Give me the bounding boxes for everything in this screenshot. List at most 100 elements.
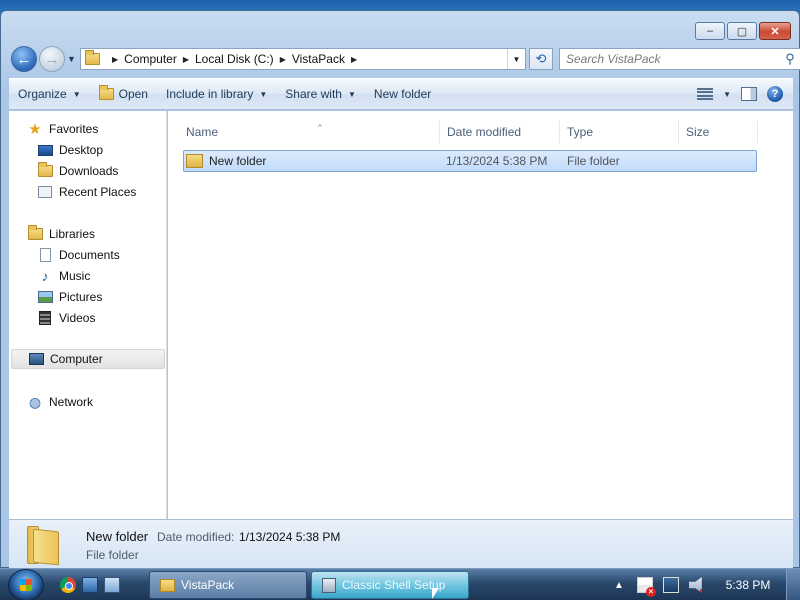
breadcrumb-local-disk[interactable]: Local Disk (C:) (195, 52, 274, 66)
breadcrumb-separator[interactable]: ▶ (183, 55, 189, 64)
open-folder-icon (98, 85, 114, 100)
column-header-name[interactable]: Name ^ (178, 121, 440, 143)
network-status-icon[interactable] (663, 577, 679, 593)
desktop-icon (37, 142, 53, 158)
nav-desktop[interactable]: Desktop (37, 140, 103, 160)
maximize-button[interactable]: ▢ (727, 22, 757, 40)
back-button[interactable]: ← (11, 46, 37, 72)
column-header-size[interactable]: Size (678, 121, 758, 143)
nav-label: Recent Places (59, 185, 137, 199)
column-header-type[interactable]: Type (559, 121, 679, 143)
chevron-down-icon: ▼ (259, 89, 268, 99)
open-button[interactable]: Open (90, 79, 157, 109)
nav-label: Videos (59, 311, 96, 325)
nav-label: Libraries (49, 227, 96, 241)
action-center-flag-icon[interactable] (637, 577, 656, 597)
share-with-button[interactable]: Share with ▼ (276, 79, 365, 109)
nav-label: Pictures (59, 290, 103, 304)
forward-arrow-icon: → (44, 50, 60, 68)
nav-downloads[interactable]: Downloads (37, 161, 118, 181)
switch-windows-icon[interactable] (104, 577, 120, 593)
system-clock[interactable]: 5:38 PM (710, 578, 786, 592)
downloads-icon (37, 162, 53, 179)
file-list[interactable]: Name ^ Date modified Type Size New folde… (168, 111, 793, 519)
nav-music[interactable]: ♪ Music (37, 266, 91, 286)
documents-icon (37, 247, 53, 263)
new-folder-label: New folder (373, 87, 432, 101)
nav-pictures[interactable]: Pictures (37, 287, 102, 307)
taskbar-button-label: VistaPack (181, 578, 235, 592)
back-arrow-icon: ← (16, 50, 32, 68)
date-modified-cell: 1/13/2024 5:38 PM (446, 154, 548, 168)
share-with-label: Share with (285, 87, 342, 101)
details-date-modified-label: Date modified: (157, 530, 235, 544)
minimize-button[interactable]: – (695, 22, 725, 40)
volume-muted-icon[interactable] (689, 577, 702, 593)
nav-favorites[interactable]: ★ Favorites (27, 119, 98, 139)
change-view-icon[interactable] (697, 88, 714, 100)
chevron-down-icon[interactable]: ▼ (723, 90, 731, 99)
refresh-icon: ⟲ (535, 51, 547, 66)
show-hidden-icons-button[interactable]: ▲ (611, 577, 627, 593)
address-dropdown-button[interactable]: ▼ (507, 49, 525, 69)
nav-label: Music (59, 269, 91, 283)
search-input[interactable] (560, 50, 780, 68)
breadcrumb-computer[interactable]: Computer (124, 52, 177, 66)
column-header-label: Name (186, 125, 219, 139)
forward-button[interactable]: → (39, 46, 65, 72)
details-item-name: New folder (86, 529, 149, 544)
address-bar[interactable]: ▶ Computer ▶ Local Disk (C:) ▶ VistaPack… (80, 48, 526, 70)
nav-label: Documents (59, 248, 120, 262)
show-desktop-button[interactable] (786, 569, 800, 600)
folder-icon (85, 50, 100, 65)
refresh-button[interactable]: ⟲ (529, 48, 553, 70)
organize-button[interactable]: Organize ▼ (9, 79, 90, 109)
nav-label: Favorites (49, 122, 99, 136)
include-in-library-label: Include in library (165, 87, 254, 101)
start-button[interactable] (8, 569, 44, 600)
notification-area: ▲ 5:38 PM (606, 569, 800, 600)
file-row-selected[interactable]: New folder 1/13/2024 5:38 PM File folder (183, 150, 757, 172)
close-button[interactable]: ✕ (759, 22, 791, 40)
nav-computer[interactable]: Computer (11, 349, 165, 369)
breadcrumb-separator[interactable]: ▶ (280, 55, 286, 64)
show-desktop-quick-icon[interactable] (82, 577, 98, 593)
details-item-type: File folder (86, 548, 139, 562)
pictures-icon (37, 289, 53, 305)
search-box[interactable]: ⚲ (559, 48, 800, 70)
nav-libraries[interactable]: Libraries (27, 224, 95, 244)
column-header-date-modified[interactable]: Date modified (439, 121, 560, 143)
chrome-icon[interactable] (60, 577, 76, 593)
help-icon[interactable]: ? (767, 86, 783, 102)
recent-pages-dropdown[interactable]: ▼ (67, 54, 76, 64)
details-date-modified-value: 1/13/2024 5:38 PM (239, 530, 341, 544)
taskbar-button-vistapack[interactable]: VistaPack (149, 571, 307, 599)
command-bar: Organize ▼ Open Include in library ▼ Sha… (9, 78, 793, 110)
preview-pane-icon[interactable] (741, 87, 757, 101)
navigation-pane: ★ Favorites Desktop Downloads Recent Pla… (9, 111, 167, 519)
nav-network[interactable]: ◍ Network (27, 392, 93, 412)
navigation-row: ← → ▼ ▶ Computer ▶ Local Disk (C:) ▶ Vis… (11, 46, 800, 72)
breadcrumb-separator[interactable]: ▶ (351, 55, 357, 64)
new-folder-button[interactable]: New folder (365, 79, 440, 109)
libraries-icon (27, 225, 43, 242)
taskbar: VistaPack Classic Shell Setup ▲ 5:38 PM (0, 568, 800, 600)
details-pane: New folder Date modified: 1/13/2024 5:38… (9, 519, 793, 569)
nav-documents[interactable]: Documents (37, 245, 120, 265)
nav-label: Downloads (59, 164, 119, 178)
breadcrumb-vistapack[interactable]: VistaPack (292, 52, 345, 66)
nav-recent-places[interactable]: Recent Places (37, 182, 136, 202)
videos-icon (37, 310, 53, 326)
view-controls: ▼ ? (697, 79, 783, 109)
folder-icon (160, 578, 175, 592)
include-in-library-button[interactable]: Include in library ▼ (157, 79, 276, 109)
recent-places-icon (37, 184, 53, 200)
chevron-down-icon: ▼ (72, 89, 81, 99)
nav-videos[interactable]: Videos (37, 308, 95, 328)
magnifier-icon[interactable]: ⚲ (780, 51, 800, 67)
breadcrumb-separator[interactable]: ▶ (112, 55, 118, 64)
taskbar-button-classic-shell-setup[interactable]: Classic Shell Setup (311, 571, 469, 599)
column-header-label: Size (686, 125, 710, 139)
column-header-label: Date modified (447, 125, 522, 139)
caption-buttons: – ▢ ✕ (695, 22, 791, 40)
